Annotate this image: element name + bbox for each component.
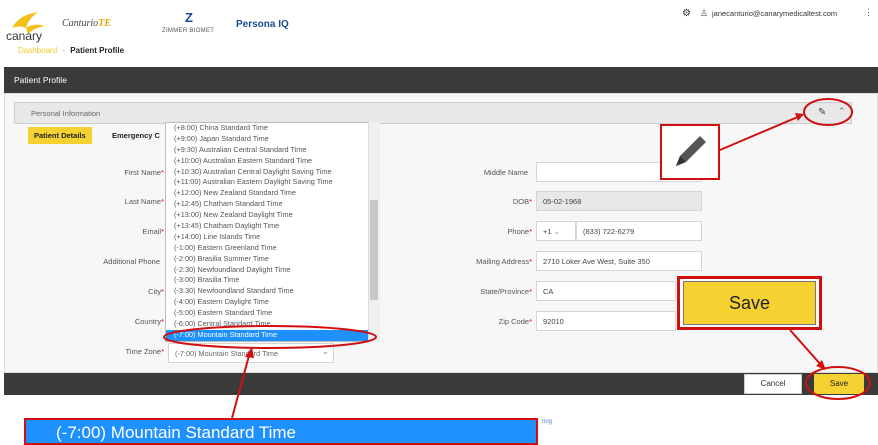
time-zone-option[interactable]: (-1:00) Eastern Greenland Time — [166, 243, 379, 254]
time-zone-option[interactable]: (-3:00) Brasilia Time — [166, 275, 379, 286]
zimmer-biomet-logo: ZIMMER BIOMET — [162, 28, 215, 34]
canary-logo-text: canary — [6, 29, 43, 43]
gear-icon[interactable]: ⚙ — [682, 8, 691, 19]
mailing-address-field[interactable]: 2710 Loker Ave West, Suite 350 — [536, 251, 702, 271]
dob-field[interactable]: 05-02-1968 — [536, 191, 702, 211]
breadcrumb-separator: - — [62, 46, 66, 55]
mailing-address-label: Mailing Address* — [476, 257, 532, 266]
pencil-icon — [676, 136, 706, 166]
time-zone-option[interactable]: (+10:00) Australian Eastern Standard Tim… — [166, 156, 379, 167]
zip-code-field[interactable]: 92010 — [536, 311, 676, 331]
time-zone-option[interactable]: (+9:30) Australian Central Standard Time — [166, 145, 379, 156]
country-label: Country* — [134, 317, 164, 326]
time-zone-option[interactable]: (-5:00) Eastern Standard Time — [166, 308, 379, 319]
timezone-callout-label: (-7:00) Mountain Standard Time — [56, 423, 297, 442]
email-label: Email* — [142, 227, 164, 236]
breadcrumb-dashboard-link[interactable]: Dashboard — [18, 46, 57, 55]
time-zone-option[interactable]: (+11:00) Australian Eastern Daylight Sav… — [166, 177, 379, 188]
timezone-callout: (-7:00) Mountain Standard Time — [24, 418, 538, 445]
tab-patient-details[interactable]: Patient Details — [28, 127, 92, 144]
dropdown-scrollbar-thumb[interactable] — [370, 200, 378, 300]
time-zone-option[interactable]: (-2:00) Brasilia Summer Time — [166, 254, 379, 265]
user-icon: ♙ — [700, 8, 709, 18]
breadcrumb: Dashboard - Patient Profile — [18, 46, 124, 55]
kebab-menu-icon[interactable]: ⋮ — [864, 7, 873, 18]
time-zone-option[interactable]: (+12:45) Chatham Standard Time — [166, 199, 379, 210]
time-zone-option[interactable]: (+14:00) Line Islands Time — [166, 232, 379, 243]
middle-name-label: Middle Name — [483, 168, 528, 177]
page-title: Patient Profile — [14, 75, 67, 85]
time-zone-dropdown[interactable]: (+8:00) China Standard Time (+9:00) Japan… — [165, 122, 380, 342]
country-code-select[interactable]: +1 ⌄ — [536, 221, 576, 241]
edit-pencil-icon[interactable]: ✎ — [818, 107, 826, 118]
time-zone-option[interactable]: (-2:30) Newfoundland Daylight Time — [166, 265, 379, 276]
time-zone-option[interactable]: (+13:45) Chatham Daylight Time — [166, 221, 379, 232]
page-title-bar: Patient Profile — [4, 67, 878, 93]
state-province-field[interactable]: CA — [536, 281, 676, 301]
zip-code-label: Zip Code* — [498, 317, 532, 326]
chevron-down-icon: ⌄ — [322, 347, 329, 356]
phone-label: Phone* — [507, 227, 532, 236]
save-callout: Save — [683, 281, 816, 325]
additional-phone-label: Additional Phone — [103, 257, 160, 266]
time-zone-option[interactable]: (-4:00) Eastern Daylight Time — [166, 297, 379, 308]
dob-label: DOB* — [512, 197, 532, 206]
time-zone-option[interactable]: (-3:30) Newfoundland Standard Time — [166, 286, 379, 297]
phone-field[interactable]: (833) 722-6279 — [576, 221, 702, 241]
last-name-label: Last Name* — [124, 197, 164, 206]
cancel-button[interactable]: Cancel — [744, 374, 802, 394]
first-name-label: First Name* — [124, 168, 164, 177]
time-zone-option[interactable]: (+9:00) Japan Standard Time — [166, 134, 379, 145]
personal-information-section-header[interactable]: Personal Information — [14, 102, 852, 124]
time-zone-label: Time Zone* — [125, 347, 165, 356]
state-province-label: State/Province* — [480, 287, 532, 296]
time-zone-select[interactable]: (-7:00) Mountain Standard Time — [168, 343, 334, 363]
persona-iq-logo: Persona IQ — [236, 19, 289, 30]
user-email[interactable]: janecanturio@canarymedicaltest.com — [712, 9, 837, 18]
breadcrumb-current: Patient Profile — [70, 46, 125, 55]
zimmer-biomet-mark-icon: Z — [185, 10, 193, 25]
time-zone-option[interactable]: (-7:00) Mountain Standard Time — [166, 329, 379, 341]
time-zone-option[interactable]: (-6:00) Central Standard Time — [166, 319, 379, 330]
chevron-up-icon[interactable]: ⌃ — [838, 106, 846, 117]
tab-emergency-contact[interactable]: Emergency C — [106, 127, 166, 144]
time-zone-option[interactable]: (+13:00) New Zealand Daylight Time — [166, 210, 379, 221]
time-zone-option[interactable]: (+10:30) Australian Central Daylight Sav… — [166, 167, 379, 178]
app-header: canary CanturioTE Z ZIMMER BIOMET Person… — [0, 0, 878, 66]
city-label: City* — [148, 287, 164, 296]
section-title: Personal Information — [31, 109, 101, 118]
pencil-callout — [660, 124, 720, 180]
footer-link-fragment[interactable]: ring — [542, 419, 552, 425]
canturio-te-logo: CanturioTE — [62, 18, 111, 29]
save-button[interactable]: Save — [814, 374, 864, 394]
time-zone-option[interactable]: (+12:00) New Zealand Standard Time — [166, 188, 379, 199]
time-zone-option[interactable]: (+8:00) China Standard Time — [166, 123, 379, 134]
